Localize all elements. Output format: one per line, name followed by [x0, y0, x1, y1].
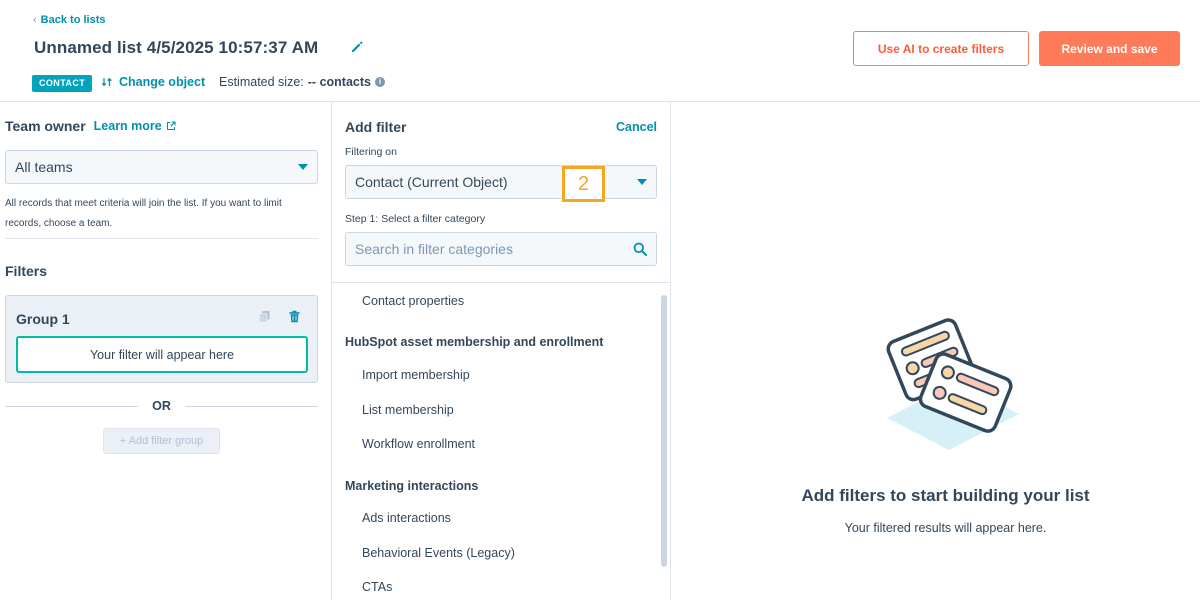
trash-icon[interactable] — [288, 310, 301, 323]
divider — [5, 405, 139, 407]
cancel-link[interactable]: Cancel — [616, 120, 657, 134]
change-object-link[interactable]: Change object — [101, 75, 205, 89]
filter-group: Group 1 Your filter will appear here — [5, 295, 318, 383]
back-to-lists-label: Back to lists — [40, 14, 106, 26]
filter-category-list: Contact properties HubSpot asset members… — [332, 282, 670, 600]
filter-cards-illustration — [886, 318, 1019, 450]
list-title: Unnamed list 4/5/2025 10:57:37 AM — [34, 38, 319, 57]
empty-state-subtitle: Your filtered results will appear here. — [844, 521, 1047, 535]
team-owner-label: Team owner — [5, 118, 86, 134]
scrollbar[interactable] — [661, 295, 667, 567]
list-item[interactable]: Workflow enrollment — [362, 437, 475, 451]
filtering-on-label: Filtering on — [345, 146, 397, 158]
use-ai-filters-button[interactable]: Use AI to create filters — [853, 31, 1029, 66]
team-select[interactable]: All teams — [5, 150, 318, 184]
team-owner-row: Team owner Learn more — [5, 118, 176, 134]
list-item[interactable]: Import membership — [362, 368, 470, 382]
info-icon[interactable]: i — [374, 77, 385, 87]
results-panel: Add filters to start building your list … — [671, 102, 1200, 600]
swap-arrows-icon — [101, 77, 112, 87]
learn-more-label: Learn more — [93, 119, 162, 133]
divider — [184, 405, 318, 407]
category-heading: Marketing interactions — [345, 479, 479, 493]
estimated-size-value: -- contacts — [307, 75, 371, 89]
change-object-label: Change object — [119, 75, 206, 89]
pencil-icon[interactable] — [350, 40, 364, 54]
step1-label: Step 1: Select a filter category — [345, 213, 486, 225]
list-item[interactable]: Ads interactions — [362, 511, 451, 525]
team-select-value: All teams — [15, 159, 73, 175]
estimated-size: Estimated size: -- contacts i — [219, 75, 385, 89]
filter-placeholder[interactable]: Your filter will appear here — [16, 336, 308, 373]
divider — [5, 238, 318, 239]
object-type-badge: CONTACT — [32, 75, 93, 92]
object-select-value: Contact (Current Object) — [355, 174, 508, 190]
add-filter-panel: Add filter Cancel Filtering on Contact (… — [332, 102, 671, 600]
chevron-left-icon: ‹ — [33, 14, 37, 26]
back-to-lists-link[interactable]: ‹ Back to lists — [33, 14, 105, 26]
add-filter-group-button[interactable]: + Add filter group — [103, 428, 220, 454]
estimated-size-label: Estimated size: — [219, 75, 304, 89]
add-filter-title: Add filter — [345, 119, 407, 135]
or-label: OR — [152, 399, 171, 413]
object-select[interactable]: Contact (Current Object) — [345, 165, 657, 199]
copy-icon[interactable] — [258, 310, 271, 323]
filters-heading: Filters — [5, 263, 48, 279]
list-item[interactable]: CTAs — [362, 580, 392, 594]
learn-more-link[interactable]: Learn more — [94, 119, 176, 133]
review-and-save-button[interactable]: Review and save — [1039, 31, 1180, 66]
filter-group-title: Group 1 — [16, 311, 70, 327]
empty-state-title: Add filters to start building your list — [801, 486, 1090, 505]
chevron-down-icon — [298, 164, 308, 170]
filter-category-search[interactable] — [345, 232, 657, 266]
list-item[interactable]: Contact properties — [362, 294, 464, 308]
external-link-icon — [166, 121, 176, 131]
filters-sidebar: Team owner Learn more All teams All reco… — [0, 102, 332, 600]
team-help-text: All records that meet criteria will join… — [5, 198, 282, 229]
chevron-down-icon — [637, 179, 647, 185]
list-item[interactable]: List membership — [362, 403, 454, 417]
search-input[interactable] — [355, 241, 615, 257]
or-separator: OR — [5, 398, 318, 414]
search-icon[interactable] — [633, 242, 647, 256]
step-number-badge: 2 — [562, 166, 605, 202]
list-item[interactable]: Behavioral Events (Legacy) — [362, 546, 515, 560]
category-heading: HubSpot asset membership and enrollment — [345, 335, 604, 349]
page-header: ‹ Back to lists Unnamed list 4/5/2025 10… — [0, 0, 1200, 102]
